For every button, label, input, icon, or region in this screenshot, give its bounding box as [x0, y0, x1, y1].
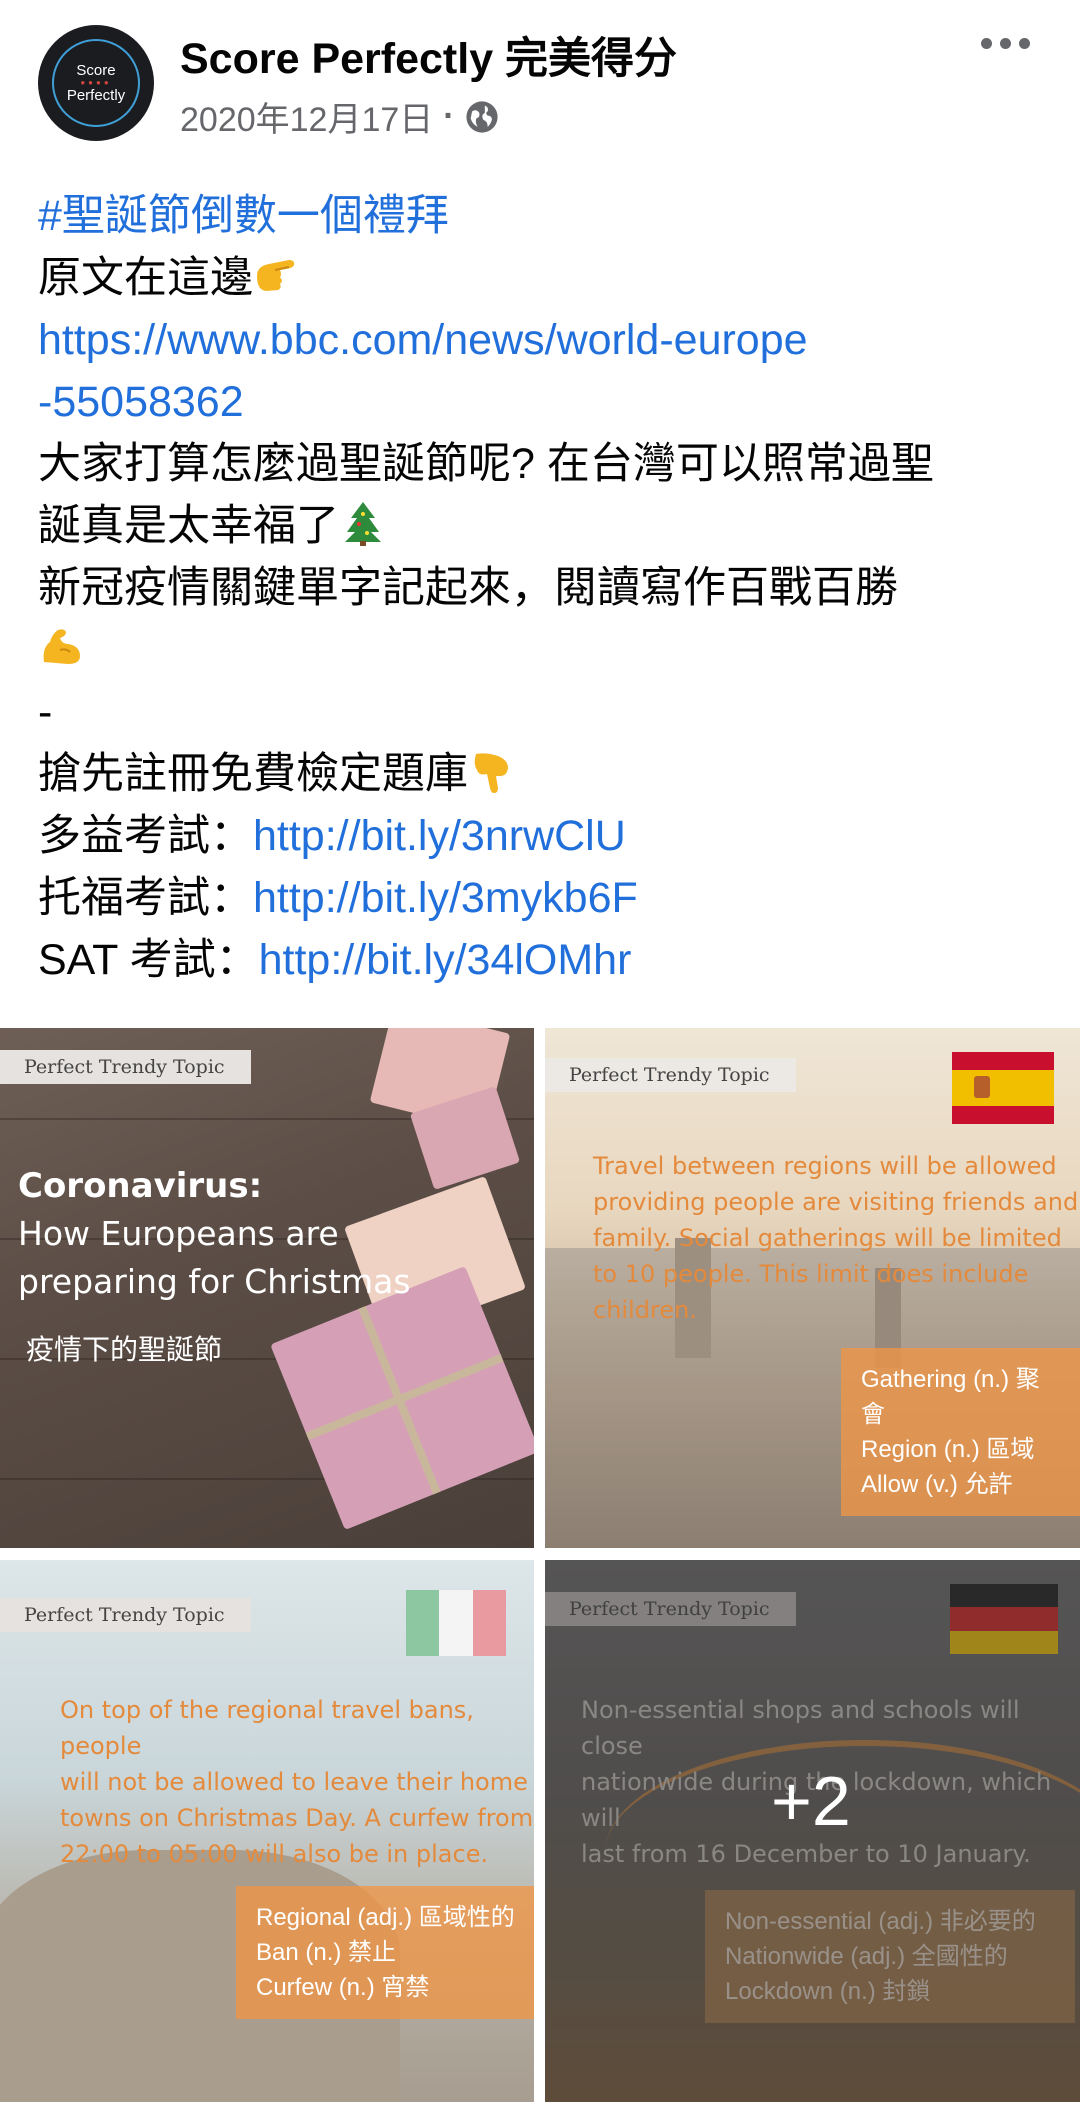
point-down-emoji [474, 753, 508, 793]
italy-flag [406, 1590, 506, 1656]
avatar-text-2: Perfectly [66, 87, 126, 104]
text-register: 搶先註冊免費檢定題庫 [38, 750, 468, 798]
vocab-item: Allow (v.) 允許 [861, 1471, 1013, 1498]
more-photos-overlay[interactable]: +2 [545, 1560, 1080, 2102]
vocab-item: Regional (adj.) 區域性的 [256, 1904, 515, 1931]
post-photo-3[interactable]: Perfect Trendy Topic On top of the regio… [0, 1560, 534, 2102]
photo1-subtitle-2: preparing for Christmas [18, 1262, 411, 1301]
gift-box-4 [270, 1265, 534, 1531]
page-name-link[interactable]: Score Perfectly 完美得分 [180, 24, 677, 86]
christmas-tree-emoji [345, 502, 381, 546]
globe-icon [466, 100, 498, 133]
text-plan: 大家打算怎麼過聖誕節呢? 在台灣可以照常過聖 [38, 440, 934, 488]
post-date[interactable]: 2020年12月17日 [180, 92, 433, 141]
more-options-icon[interactable] [981, 38, 1030, 49]
text-happy: 誕真是太幸福了 [38, 502, 339, 550]
topic-tag: Perfect Trendy Topic [0, 1050, 251, 1084]
source-url-link[interactable]: https://www.bbc.com/news/world-europe [38, 316, 808, 364]
meta-separator: · [443, 97, 455, 135]
vocab-item: Gathering (n.) 聚會 [861, 1366, 1040, 1428]
vocab-item: Region (n.) 區域 [861, 1436, 1035, 1463]
flexed-biceps-emoji [43, 629, 80, 664]
vocab-item: Curfew (n.) 宵禁 [256, 1974, 430, 2001]
avatar-logo: Score ●●●● Perfectly [52, 39, 140, 127]
photo2-line: providing people are visiting friends an… [593, 1188, 1079, 1216]
photo3-line: towns on Christmas Day. A curfew from [60, 1804, 534, 1832]
vocab-box: Regional (adj.) 區域性的 Ban (n.) 禁止 Curfew … [236, 1886, 534, 2019]
photo2-line: Travel between regions will be allowed [593, 1152, 1057, 1180]
photo3-line: 22:00 to 05:00 will also be in place. [60, 1840, 489, 1868]
post-photo-1[interactable]: Perfect Trendy Topic Coronavirus: How Eu… [0, 1028, 534, 1548]
photo2-line: family. Social gatherings will be limite… [593, 1224, 1062, 1252]
text-vocab: 新冠疫情關鍵單字記起來，閱讀寫作百戰百勝 [38, 564, 898, 612]
toefl-label: 托福考試： [38, 874, 253, 922]
post-body: #聖誕節倒數一個禮拜 原文在這邊 https://www.bbc.com/new… [38, 185, 1048, 991]
source-url-link-cont[interactable]: -55058362 [38, 378, 244, 426]
hashtag-link[interactable]: #聖誕節倒數一個禮拜 [38, 192, 449, 240]
post-photo-2[interactable]: Perfect Trendy Topic Travel between regi… [545, 1028, 1080, 1548]
toeic-link[interactable]: http://bit.ly/3nrwClU [253, 812, 626, 860]
text-original: 原文在這邊 [38, 254, 253, 302]
page-avatar[interactable]: Score ●●●● Perfectly [38, 25, 154, 141]
toefl-link[interactable]: http://bit.ly/3mykb6F [253, 874, 638, 922]
sat-link[interactable]: http://bit.ly/34lOMhr [259, 936, 632, 984]
topic-tag: Perfect Trendy Topic [545, 1058, 796, 1092]
post-meta: 2020年12月17日 · [180, 92, 499, 141]
photo3-line: On top of the regional travel bans, peop… [60, 1696, 474, 1760]
point-right-emoji [257, 260, 295, 291]
topic-tag: Perfect Trendy Topic [0, 1598, 251, 1632]
photo1-chinese: 疫情下的聖誕節 [26, 1333, 223, 1366]
text-dash: - [38, 688, 53, 736]
toeic-label: 多益考試： [38, 812, 253, 860]
photo3-text: On top of the regional travel bans, peop… [60, 1692, 534, 1872]
photo2-text: Travel between regions will be allowed p… [593, 1148, 1080, 1328]
vocab-item: Ban (n.) 禁止 [256, 1939, 397, 1966]
photo2-line: to 10 people. This limit does include ch… [593, 1260, 1029, 1324]
vocab-box: Gathering (n.) 聚會 Region (n.) 區域 Allow (… [841, 1348, 1080, 1516]
spain-flag [952, 1052, 1054, 1124]
photo3-line: will not be allowed to leave their home [60, 1768, 528, 1796]
photo1-subtitle-1: How Europeans are [18, 1214, 339, 1253]
sat-label: SAT 考試： [38, 936, 259, 984]
more-photos-count: +2 [771, 1762, 851, 1840]
post-photo-4[interactable]: Perfect Trendy Topic Non-essential shops… [545, 1560, 1080, 2102]
photo1-title: Coronavirus: [18, 1166, 263, 1206]
